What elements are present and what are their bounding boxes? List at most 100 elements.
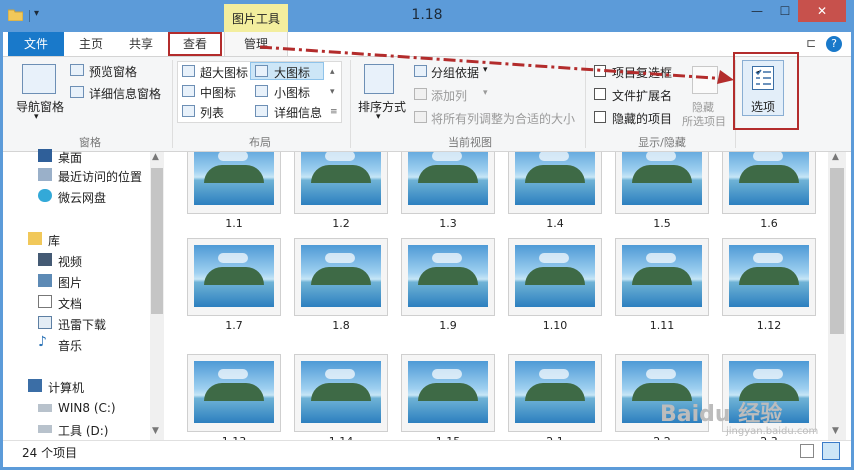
hide-selected-line2[interactable]: 所选项目 <box>682 113 726 129</box>
close-icon[interactable]: ✕ <box>798 0 846 22</box>
sidebar-item-music[interactable]: ♪ 音乐 <box>0 334 150 355</box>
content-scrollbar-thumb[interactable] <box>830 168 844 334</box>
preview-cloud <box>432 253 462 263</box>
navigation-pane-button[interactable]: 导航窗格 <box>16 98 64 115</box>
file-thumbnail[interactable] <box>615 152 709 214</box>
layout-small[interactable]: 小图标 <box>274 84 310 101</box>
sidebar-item-recent-places[interactable]: 最近访问的位置 <box>0 165 150 186</box>
tab-home[interactable]: 主页 <box>68 32 114 56</box>
picture-tools-context-label: 图片工具 <box>224 4 288 32</box>
layout-details[interactable]: 详细信息 <box>274 104 322 121</box>
file-thumbnail[interactable] <box>508 152 602 214</box>
preview-hill <box>739 267 799 285</box>
details-pane-icon <box>70 86 84 98</box>
document-icon <box>38 295 52 308</box>
file-thumbnail[interactable] <box>294 152 388 214</box>
preview-pane-button[interactable]: 预览窗格 <box>89 63 137 80</box>
maximize-icon[interactable]: ☐ <box>770 0 800 22</box>
details-pane-button[interactable]: 详细信息窗格 <box>89 85 161 102</box>
show-hide-group-label: 显示/隐藏 <box>638 136 686 149</box>
file-thumbnail[interactable] <box>508 238 602 316</box>
add-columns-button[interactable]: 添加列 <box>431 87 467 104</box>
file-thumbnail[interactable] <box>722 152 816 214</box>
file-name[interactable]: 1.1 <box>187 217 281 230</box>
sidebar-item-drive-d[interactable]: 工具 (D:) <box>0 419 150 440</box>
layout-list[interactable]: 列表 <box>200 104 224 121</box>
preview-cloud <box>218 253 248 263</box>
file-thumbnail[interactable] <box>615 238 709 316</box>
window-title: 1.18 <box>411 7 443 23</box>
tab-share[interactable]: 共享 <box>118 32 164 56</box>
file-thumbnail[interactable] <box>401 152 495 214</box>
preview-hill <box>418 383 478 401</box>
picture-icon <box>38 274 52 287</box>
file-thumbnail[interactable] <box>722 238 816 316</box>
scroll-up-icon[interactable]: ▲ <box>832 152 839 162</box>
preview-cloud <box>325 369 355 379</box>
preview-hill <box>525 267 585 285</box>
download-folder-icon <box>38 316 52 329</box>
file-name[interactable]: 1.5 <box>615 217 709 230</box>
scroll-down-icon[interactable]: ▼ <box>832 426 839 436</box>
preview-pane-icon <box>70 64 84 76</box>
file-thumbnail[interactable] <box>294 354 388 432</box>
hidden-items-checkbox[interactable] <box>594 111 606 123</box>
file-name[interactable]: 1.2 <box>294 217 388 230</box>
sidebar-item-computer[interactable]: 计算机 <box>0 376 150 397</box>
add-columns-icon <box>414 88 427 100</box>
file-thumbnail[interactable] <box>187 354 281 432</box>
dropdown-arrow-icon[interactable]: ▾ <box>376 112 381 122</box>
help-icon[interactable]: ? <box>826 36 842 52</box>
sidebar-item-drive-c[interactable]: WIN8 (C:) <box>0 398 150 419</box>
file-thumbnail[interactable] <box>508 354 602 432</box>
scroll-down-icon[interactable]: ▼ <box>152 426 159 436</box>
file-thumbnail[interactable] <box>401 354 495 432</box>
file-name[interactable]: 1.11 <box>615 319 709 332</box>
preview-cloud <box>539 152 569 161</box>
minimize-icon[interactable]: — <box>742 0 772 22</box>
image-preview <box>194 245 274 307</box>
sidebar-item-desktop[interactable]: 桌面 <box>0 146 150 167</box>
layout-medium[interactable]: 中图标 <box>200 84 236 101</box>
file-thumbnail[interactable] <box>401 238 495 316</box>
file-name[interactable]: 1.7 <box>187 319 281 332</box>
pin-ribbon-icon[interactable]: ⊏ <box>806 36 816 50</box>
sidebar-item-documents[interactable]: 文档 <box>0 292 150 313</box>
sort-by-button[interactable]: 排序方式 <box>358 98 406 115</box>
preview-cloud <box>753 253 783 263</box>
file-name[interactable]: 1.10 <box>508 319 602 332</box>
preview-hill <box>418 165 478 183</box>
tab-view[interactable]: 查看 <box>168 32 222 56</box>
file-name[interactable]: 1.4 <box>508 217 602 230</box>
tab-file[interactable]: 文件 <box>8 32 64 56</box>
file-name[interactable]: 1.8 <box>294 319 388 332</box>
sidebar-item-videos[interactable]: 视频 <box>0 250 150 271</box>
file-name[interactable]: 1.9 <box>401 319 495 332</box>
scroll-up-icon[interactable]: ▲ <box>152 152 159 162</box>
file-extensions-label: 文件扩展名 <box>612 89 673 103</box>
file-name[interactable]: 1.12 <box>722 319 816 332</box>
sidebar-item-weiyun[interactable]: 微云网盘 <box>0 186 150 207</box>
dropdown-arrow-icon[interactable]: ▾ <box>483 88 488 98</box>
layout-extra-large[interactable]: 超大图标 <box>200 64 248 81</box>
sidebar-scrollbar-thumb[interactable] <box>151 168 163 314</box>
dropdown-arrow-icon[interactable]: ▾ <box>34 112 39 122</box>
file-thumbnail[interactable] <box>294 238 388 316</box>
file-name[interactable]: 1.3 <box>401 217 495 230</box>
preview-hill <box>204 267 264 285</box>
size-all-columns-button[interactable]: 将所有列调整为合适的大小 <box>431 110 575 127</box>
status-bar <box>0 440 854 464</box>
file-thumbnail[interactable] <box>187 152 281 214</box>
details-view-icon[interactable] <box>800 444 814 458</box>
sidebar-item-libraries[interactable]: 库 <box>0 229 150 250</box>
sidebar-item-thunder[interactable]: 迅雷下载 <box>0 313 150 334</box>
file-extensions-checkbox[interactable] <box>594 88 606 100</box>
image-preview <box>194 152 274 205</box>
sidebar-item-pictures[interactable]: 图片 <box>0 271 150 292</box>
preview-hill <box>739 165 799 183</box>
file-thumbnail[interactable] <box>187 238 281 316</box>
large-icons-view-icon[interactable] <box>822 442 840 460</box>
image-preview <box>515 152 595 205</box>
current-view-group-label: 当前视图 <box>448 136 492 149</box>
file-name[interactable]: 1.6 <box>722 217 816 230</box>
